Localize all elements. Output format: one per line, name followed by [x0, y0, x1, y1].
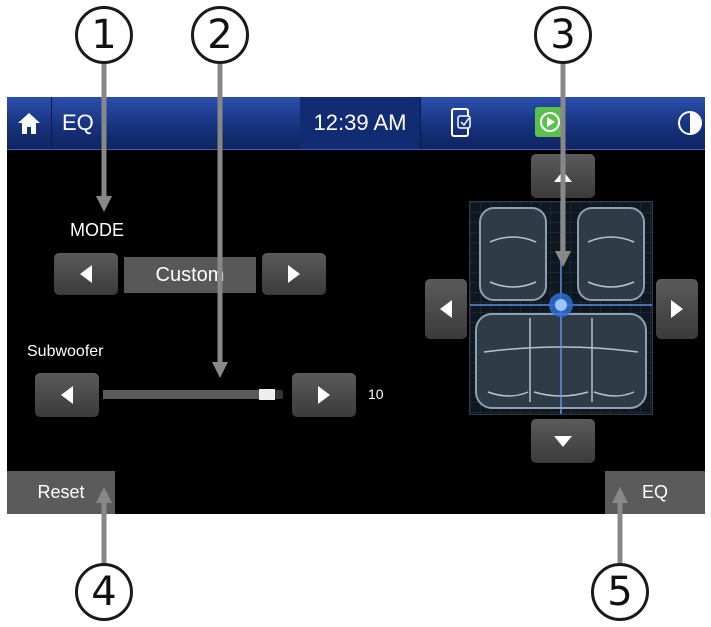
callout-leaders	[96, 64, 628, 563]
